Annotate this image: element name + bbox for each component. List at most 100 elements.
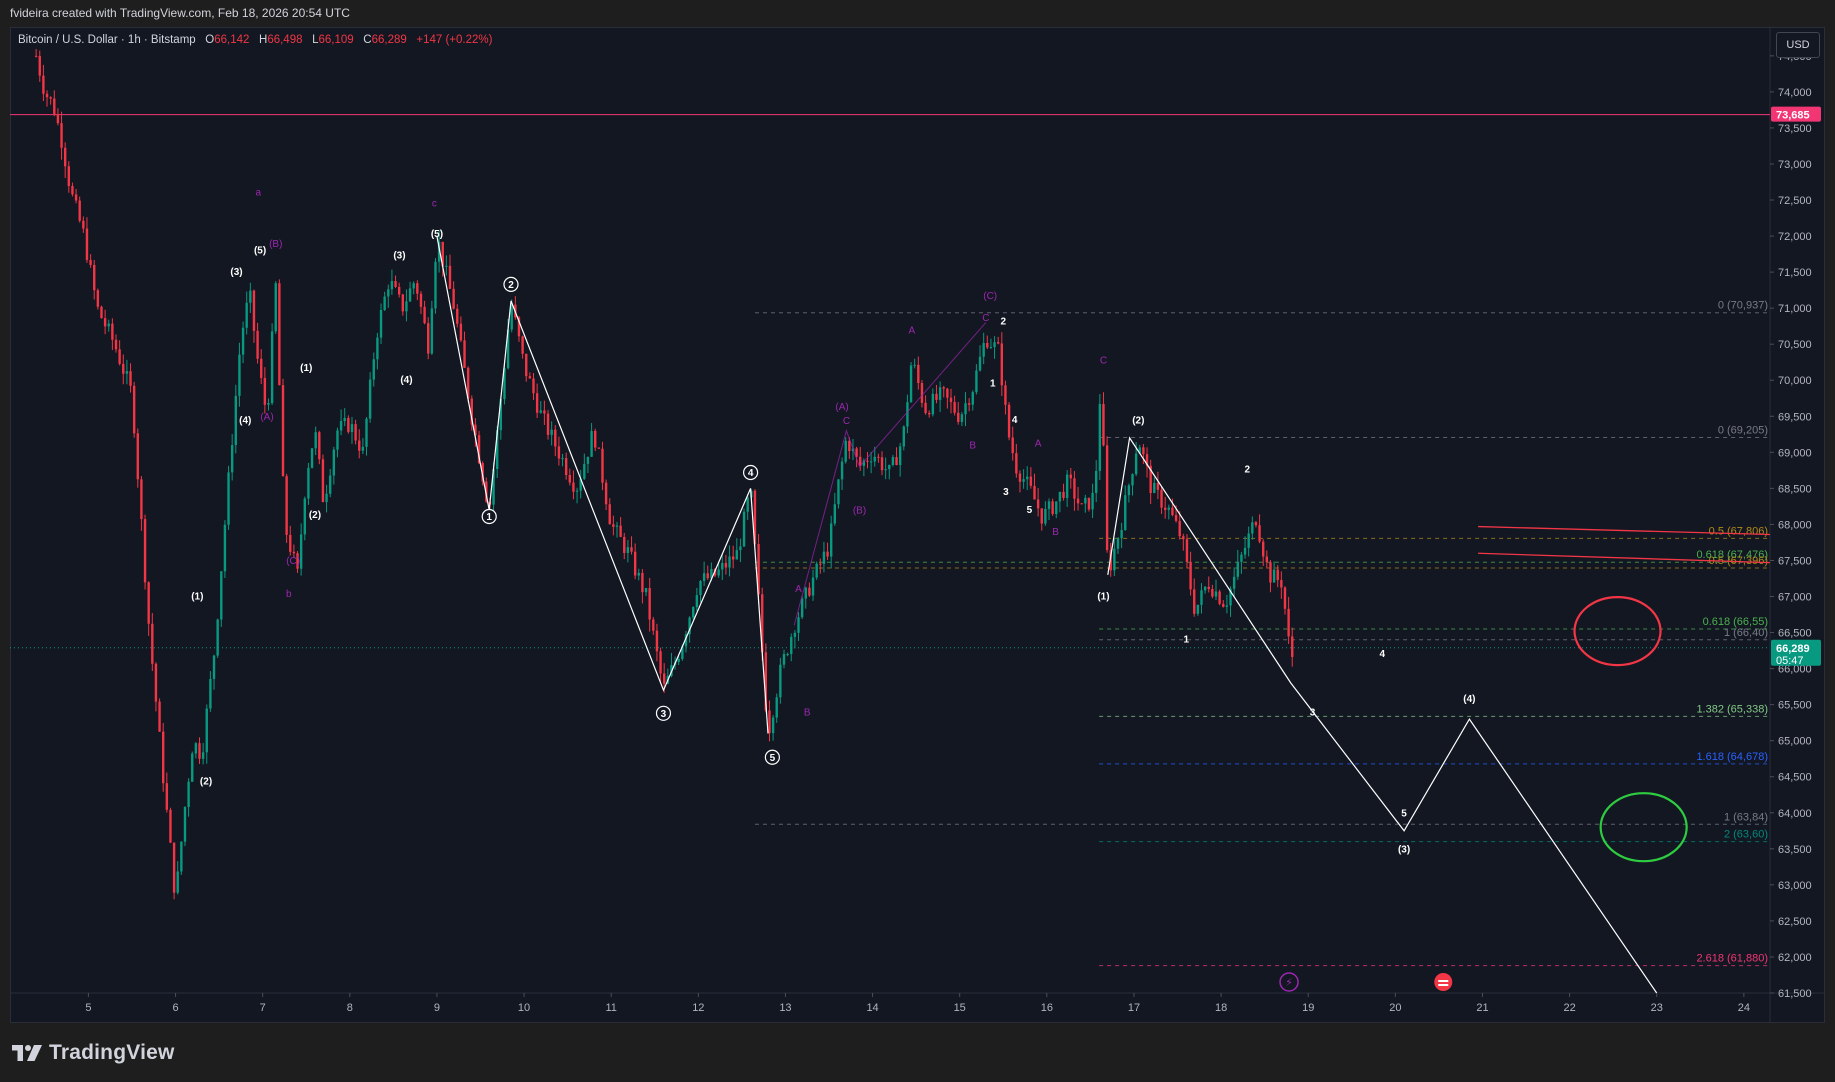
candle-body	[49, 97, 52, 99]
candle-body	[1236, 561, 1239, 577]
candle-body	[742, 511, 746, 547]
candle-body	[212, 655, 216, 679]
candle-body	[957, 412, 960, 422]
wave-label: (3)	[1398, 844, 1410, 855]
candle-body	[884, 469, 887, 471]
candle-body	[1243, 547, 1247, 555]
us-flag-stripe	[1438, 984, 1449, 986]
x-tick-label: 17	[1128, 1002, 1140, 1014]
candle-body	[1258, 525, 1261, 542]
candle-body	[790, 636, 793, 655]
candle-body	[205, 708, 208, 753]
candle-body	[931, 393, 935, 415]
candle-body	[1269, 562, 1272, 583]
candle-body	[63, 147, 67, 167]
candle-body	[42, 75, 45, 94]
x-tick-label: 23	[1651, 1002, 1663, 1014]
candle-body	[1200, 590, 1203, 605]
candle-body	[172, 842, 176, 893]
currency-button[interactable]: USD	[1776, 32, 1820, 58]
candle-body	[623, 536, 626, 553]
candle-body	[1095, 470, 1098, 493]
candle-body	[1131, 474, 1134, 486]
candle-body	[1062, 491, 1065, 499]
candle-body	[550, 429, 553, 435]
candle-body	[1113, 548, 1116, 571]
wave-label: 1	[1183, 635, 1189, 646]
candle-body	[238, 354, 241, 396]
candle-body	[96, 290, 100, 307]
candle-body	[278, 283, 281, 386]
tradingview-logo: TradingView	[12, 1040, 175, 1066]
candle-body	[1182, 536, 1185, 540]
wave-label: (1)	[300, 363, 312, 374]
candle-body	[223, 524, 227, 572]
candle-body	[1098, 403, 1102, 471]
candle-body	[1044, 508, 1047, 524]
corrective-wave-label: A	[908, 325, 915, 336]
circled-wave-label: 3	[661, 709, 667, 720]
candle-body	[1051, 501, 1054, 515]
x-tick-label: 8	[347, 1002, 353, 1014]
candle-body	[169, 809, 172, 843]
candle-body	[1193, 589, 1196, 614]
wave-label: (5)	[254, 245, 266, 256]
candle-body	[151, 623, 154, 664]
candle-body	[535, 393, 539, 413]
candle-body	[198, 743, 201, 759]
candle-body	[154, 663, 158, 702]
candle-body	[1055, 501, 1058, 515]
candle-body	[416, 283, 419, 294]
candle-body	[728, 556, 731, 568]
candle-body	[1207, 586, 1210, 589]
y-tick-label: 62,000	[1778, 952, 1812, 964]
candle-body	[285, 476, 288, 535]
x-tick-label: 7	[260, 1002, 266, 1014]
candle-body	[928, 413, 931, 415]
candle-body	[779, 664, 782, 698]
candle-body	[427, 323, 430, 354]
candle-body	[662, 673, 666, 684]
x-tick-label: 22	[1563, 1002, 1575, 1014]
candle-body	[731, 556, 735, 560]
candle-body	[539, 410, 542, 413]
candle-body	[1232, 576, 1236, 589]
candle-body	[191, 753, 194, 782]
candle-body	[1287, 608, 1290, 637]
wave-label: (4)	[1463, 694, 1475, 705]
candle-body	[1203, 586, 1207, 591]
candle-body	[1262, 541, 1265, 557]
candle-body	[408, 288, 412, 302]
candle-body	[183, 806, 187, 842]
candle-body	[1120, 529, 1123, 539]
candle-body	[1171, 507, 1174, 515]
wave-label: (2)	[1132, 415, 1144, 426]
candle-body	[1283, 587, 1287, 609]
candle-body	[604, 482, 608, 505]
candle-body	[695, 595, 699, 608]
symbol-title: Bitcoin / U.S. Dollar · 1h · Bitstamp	[18, 34, 196, 46]
candle-body	[833, 504, 837, 524]
candle-body	[1153, 482, 1156, 493]
candle-body	[521, 336, 524, 354]
corrective-wave-label: B	[1052, 527, 1059, 538]
corrective-wave-label: A	[1035, 439, 1042, 450]
y-tick-label: 68,500	[1778, 483, 1812, 495]
x-tick-label: 12	[692, 1002, 704, 1014]
wave-label: (2)	[309, 510, 321, 521]
candle-body	[354, 424, 357, 441]
wave-label: (2)	[200, 777, 212, 788]
price-chart[interactable]: 0 (70,937)0 (69,205)0.5 (67,806)0.618 (6…	[10, 27, 1825, 1023]
candle-body	[129, 371, 132, 386]
fib-level-label: 0 (69,205)	[1718, 425, 1768, 437]
circled-wave-label: 2	[508, 280, 514, 291]
candle-body	[804, 587, 807, 599]
y-tick-label: 64,500	[1778, 772, 1812, 784]
candle-body	[1091, 492, 1094, 510]
wave-label: 2	[1244, 465, 1250, 476]
candle-body	[1280, 580, 1283, 588]
candle-body	[869, 461, 873, 463]
low-value: 66,109	[318, 34, 354, 46]
candle-body	[187, 781, 190, 807]
candle-body	[1254, 522, 1258, 526]
